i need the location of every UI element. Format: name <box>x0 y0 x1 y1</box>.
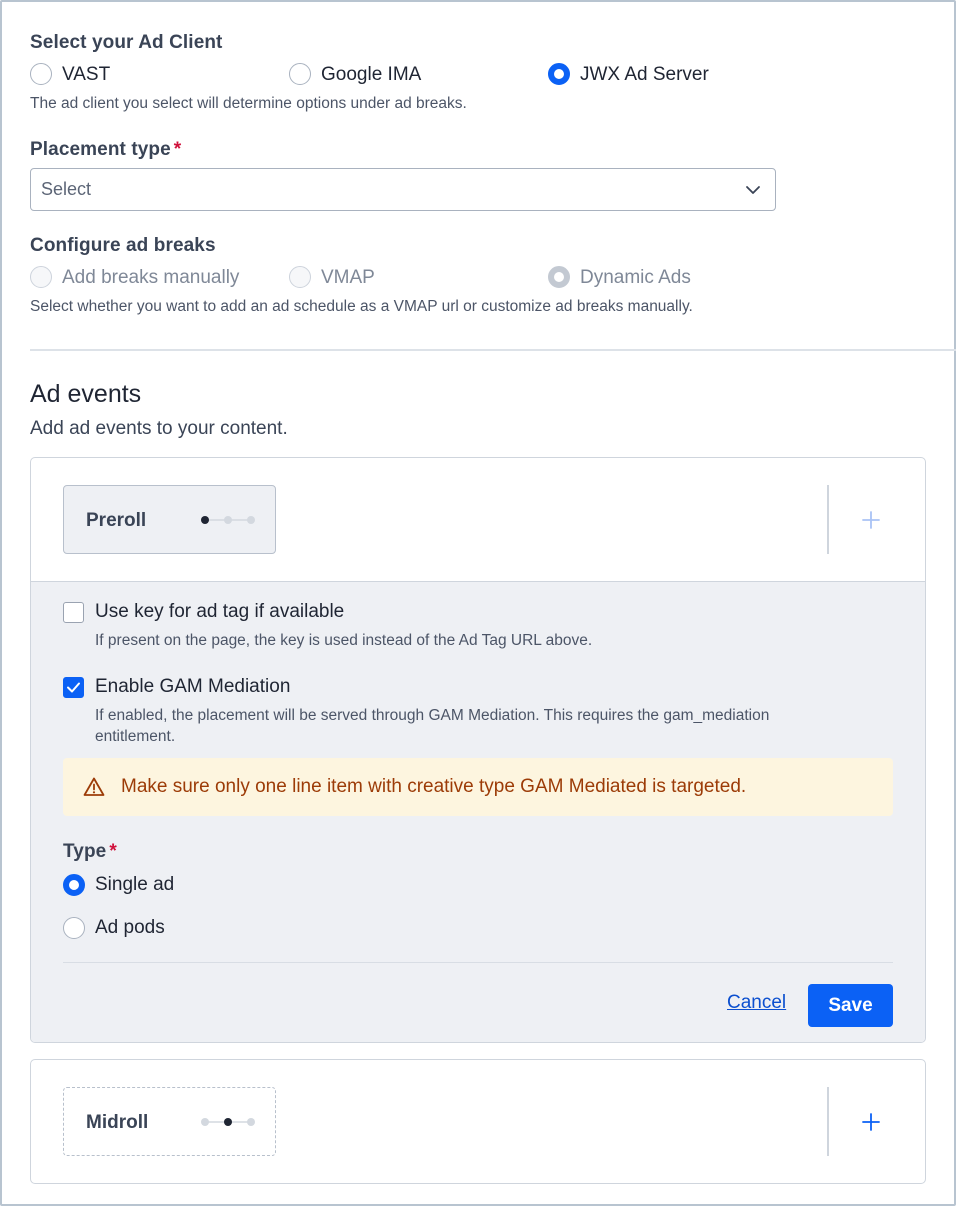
midroll-chip-label: Midroll <box>86 1112 149 1133</box>
vertical-separator <box>827 485 829 554</box>
add-midroll-plus-icon[interactable] <box>859 1110 883 1134</box>
panel-divider <box>63 962 893 963</box>
radio-vast-label[interactable]: VAST <box>62 64 110 86</box>
required-mark: * <box>109 841 117 862</box>
preroll-settings-panel: Use key for ad tag if available If prese… <box>31 581 925 1042</box>
radio-add-breaks-manually-label[interactable]: Add breaks manually <box>62 267 239 289</box>
gam-warning-text: Make sure only one line item with creati… <box>121 776 747 797</box>
use-key-label[interactable]: Use key for ad tag if available <box>95 601 344 623</box>
radio-vmap-label[interactable]: VMAP <box>321 267 375 289</box>
chevron-down-icon <box>746 186 760 194</box>
radio-jwx-ad-server-label[interactable]: JWX Ad Server <box>580 64 709 86</box>
save-button[interactable]: Save <box>808 984 893 1027</box>
cancel-button[interactable]: Cancel <box>727 992 786 1014</box>
radio-google-ima[interactable] <box>289 63 311 85</box>
radio-vmap[interactable] <box>289 266 311 288</box>
preroll-chip-label: Preroll <box>86 510 147 531</box>
required-mark: * <box>173 139 182 160</box>
radio-ad-pods-label[interactable]: Ad pods <box>95 917 165 939</box>
position-dots-icon <box>201 516 255 524</box>
radio-add-breaks-manually[interactable] <box>30 266 52 288</box>
placement-type-select[interactable]: Select <box>30 168 776 211</box>
placement-type-label: Placement type * <box>30 139 181 161</box>
ad-client-label: Select your Ad Client <box>30 32 223 53</box>
ad-breaks-help: Select whether you want to add an ad sch… <box>30 298 693 315</box>
midroll-chip[interactable]: Midroll <box>63 1087 276 1156</box>
add-preroll-plus-icon[interactable] <box>859 508 883 532</box>
radio-vast[interactable] <box>30 63 52 85</box>
gam-warning-alert: Make sure only one line item with creati… <box>63 758 893 816</box>
placement-type-label-text: Placement type <box>30 139 171 160</box>
radio-jwx-ad-server[interactable] <box>548 63 570 85</box>
use-key-checkbox[interactable] <box>63 602 84 623</box>
ad-client-help: The ad client you select will determine … <box>30 95 467 112</box>
radio-single-ad-label[interactable]: Single ad <box>95 874 174 896</box>
gam-mediation-label[interactable]: Enable GAM Mediation <box>95 676 290 698</box>
type-label: Type * <box>63 841 117 863</box>
radio-dynamic-ads[interactable] <box>548 266 570 288</box>
ad-breaks-label: Configure ad breaks <box>30 235 216 256</box>
gam-mediation-help-line2: entitlement. <box>95 728 176 745</box>
section-divider <box>30 349 956 351</box>
preroll-card: Preroll Use key for ad tag if available … <box>30 457 926 1043</box>
ad-events-title: Ad events <box>30 380 142 408</box>
position-dots-icon <box>201 1118 255 1126</box>
gam-mediation-help-line1: If enabled, the placement will be served… <box>95 707 770 724</box>
radio-ad-pods[interactable] <box>63 917 85 939</box>
midroll-card: Midroll <box>30 1059 926 1184</box>
gam-mediation-checkbox[interactable] <box>63 677 84 698</box>
radio-single-ad[interactable] <box>63 874 85 896</box>
radio-google-ima-label[interactable]: Google IMA <box>321 64 421 86</box>
ad-events-subtitle: Add ad events to your content. <box>30 418 288 439</box>
placement-type-value: Select <box>41 179 92 199</box>
radio-dynamic-ads-label[interactable]: Dynamic Ads <box>580 267 691 289</box>
warning-icon <box>83 777 105 796</box>
use-key-help: If present on the page, the key is used … <box>95 632 593 649</box>
check-icon <box>66 682 80 692</box>
preroll-chip[interactable]: Preroll <box>63 485 276 554</box>
vertical-separator <box>827 1087 829 1156</box>
type-label-text: Type <box>63 841 107 862</box>
